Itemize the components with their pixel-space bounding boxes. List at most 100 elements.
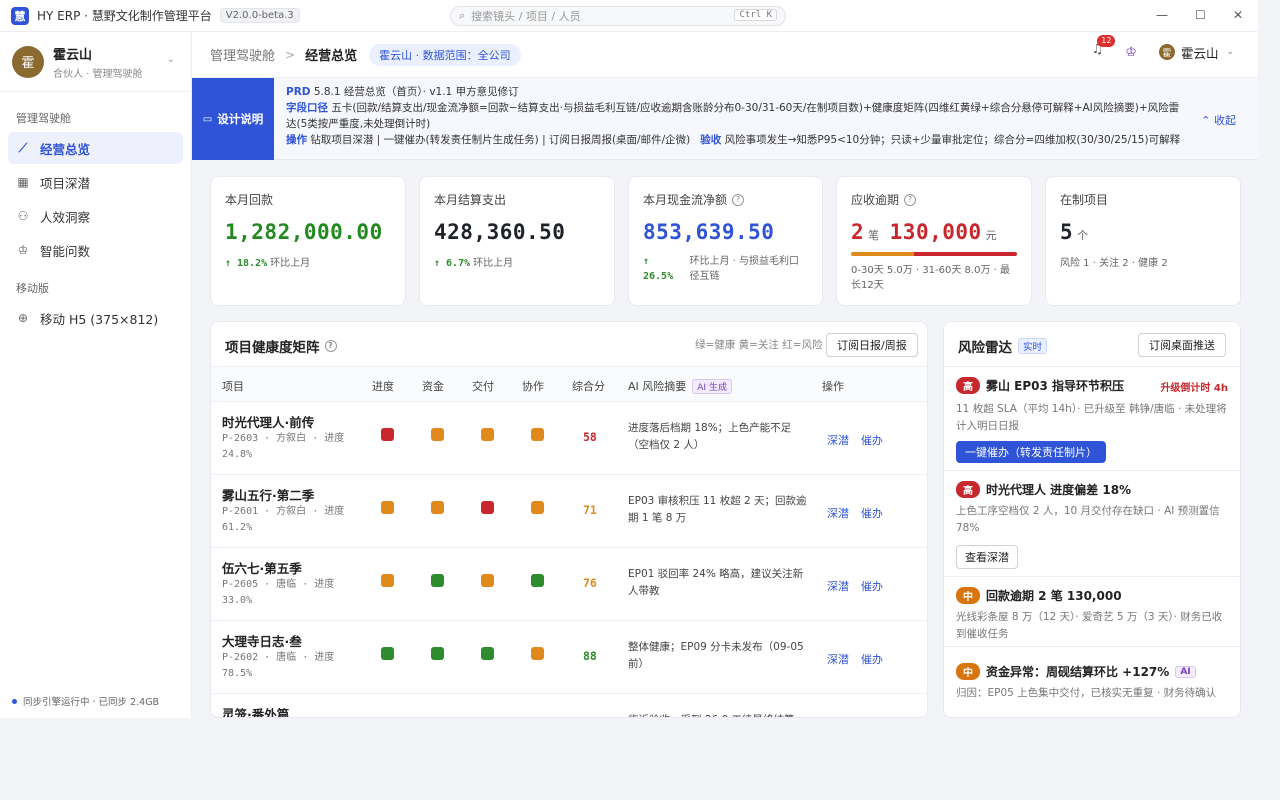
health-cell[interactable] xyxy=(381,647,394,660)
table-row[interactable]: 灵笼·番外篇临近验收，采到 26.0 工待导终结算 xyxy=(211,694,927,717)
kpi-sub: 环比上月 xyxy=(270,258,311,269)
kpi-label: 本月结算支出 xyxy=(434,193,507,207)
user-card[interactable]: 霍 霍云山 合伙人 · 管理驾驶舱 ⌄ xyxy=(0,32,191,92)
sidebar-item-ask-data[interactable]: ♔ 智能问数 xyxy=(8,234,183,266)
project-name[interactable]: 时光代理人·前传 xyxy=(222,412,314,431)
composite-score[interactable]: 71 xyxy=(583,503,597,517)
deep-dive-link[interactable]: 深潜 xyxy=(827,505,849,521)
sidebar-item-people[interactable]: ⚇ 人效洞察 xyxy=(8,200,183,232)
risk-item[interactable]: 高雾山 EP03 指导环节积压 升级倒计时 4h 11 枚超 SLA（平均 14… xyxy=(944,366,1240,471)
urge-button[interactable]: 一键催办（转发责任制片） xyxy=(956,441,1106,463)
project-name[interactable]: 大理寺日志·叁 xyxy=(222,631,302,650)
kpi-card-collection[interactable]: 本月回款 1,282,000.00 ↑ 18.2% 环比上月 xyxy=(210,176,406,306)
sidebar-item-deep-dive[interactable]: ▦ 项目深潜 xyxy=(8,166,183,198)
global-search[interactable]: ⌕ 搜索镜头 / 项目 / 人员 Ctrl K xyxy=(450,6,786,26)
health-cell[interactable] xyxy=(531,428,544,441)
health-cell[interactable] xyxy=(481,574,494,587)
severity-badge: 高 xyxy=(956,481,980,498)
urge-link[interactable]: 催办 xyxy=(861,432,883,448)
risk-item[interactable]: 中回款逾期 2 笔 130,000 光线彩条屋 8 万（12 天）· 爱奇艺 5… xyxy=(944,577,1240,647)
health-cell[interactable] xyxy=(431,428,444,441)
table-row[interactable]: 雾山五行·第二季 P-2601 · 方叙白 · 进度 61.2% 71 EP03 审核… xyxy=(211,475,927,548)
kpi-value: 130,000 xyxy=(889,220,982,244)
kpi-trend: ↑ 18.2% xyxy=(225,258,268,269)
health-cell[interactable] xyxy=(381,428,394,441)
subscribe-report-button[interactable]: 订阅日报/周报 xyxy=(826,333,918,357)
sidebar: 霍 霍云山 合伙人 · 管理驾驶舱 ⌄ 管理驾驶舱 ⟋ 经营总览 ▦ 项目深潜 … xyxy=(0,32,192,718)
search-placeholder: 搜索镜头 / 项目 / 人员 xyxy=(471,10,581,23)
chevron-down-icon[interactable]: ⌄ xyxy=(1226,47,1234,57)
table-header: 项目 进度 资金 交付 协作 综合分 AI 风险摘要 AI 生成 操作 xyxy=(211,366,927,402)
risk-item[interactable]: 高时光代理人 进度偏差 18% 上色工序空档仅 2 人，10 月交付存在缺口 ·… xyxy=(944,471,1240,577)
overdue-count-unit: 笔 xyxy=(868,229,880,242)
chevron-down-icon[interactable]: ⌄ xyxy=(167,54,175,65)
kpi-card-settlement[interactable]: 本月结算支出 428,360.50 ↑ 6.7% 环比上月 xyxy=(419,176,615,306)
urge-link[interactable]: 催办 xyxy=(861,578,883,594)
table-row[interactable]: 时光代理人·前传 P-2603 · 方叙白 · 进度 24.8% 58 进度落后档期 … xyxy=(211,402,927,475)
note-fields-label: 字段口径 xyxy=(286,102,328,114)
health-cell[interactable] xyxy=(531,501,544,514)
sidebar-item-overview[interactable]: ⟋ 经营总览 xyxy=(8,132,183,164)
note-ops-text: 钻取项目深潜 | 一键催办(转发责任制片生成任务) | 订阅日报周报(桌面/邮件… xyxy=(310,134,691,146)
help-icon[interactable]: ? xyxy=(732,193,745,206)
composite-score[interactable]: 58 xyxy=(583,430,597,444)
composite-score[interactable]: 88 xyxy=(583,649,597,663)
table-row[interactable]: 伍六七·第五季 P-2605 · 唐临 · 进度 33.0% 76 EP01 驳回率 … xyxy=(211,548,927,621)
deep-dive-link[interactable]: 深潜 xyxy=(827,651,849,667)
title-bar: 慧 HY ERP · 慧野文化制作管理平台 V2.0.0-beta.3 ⌕ 搜索… xyxy=(0,0,1258,32)
help-icon[interactable]: ? xyxy=(324,340,337,352)
collapse-button[interactable]: ⌃ 收起 xyxy=(1201,112,1236,128)
project-meta: P-2603 · 方叙白 · 进度 24.8% xyxy=(222,433,345,460)
overdue-count: 2 xyxy=(851,220,865,244)
health-cell[interactable] xyxy=(431,574,444,587)
health-cell[interactable] xyxy=(431,501,444,514)
avatar[interactable]: 霍 xyxy=(1158,44,1175,60)
design-note-tag: ▭ 设计说明 xyxy=(192,78,274,160)
health-cell[interactable] xyxy=(381,501,394,514)
panel-title: 项目健康度矩阵 xyxy=(225,340,320,356)
kpi-value: 1,282,000.00 xyxy=(225,220,383,244)
header-user-name[interactable]: 霍云山 xyxy=(1181,43,1219,62)
project-meta: P-2602 · 唐临 · 进度 78.5% xyxy=(222,652,335,679)
table-row[interactable]: 大理寺日志·叁 P-2602 · 唐临 · 进度 78.5% 88 整体健康；EP09… xyxy=(211,621,927,694)
user-role: 合伙人 · 管理驾驶舱 xyxy=(53,68,143,80)
kpi-card-projects[interactable]: 在制项目 5 个 风险 1 · 关注 2 · 健康 2 xyxy=(1045,176,1241,306)
kpi-card-cashflow[interactable]: 本月现金流净额? 853,639.50 ↑ 26.5% 环比上月 · 与损益毛利… xyxy=(628,176,823,306)
avatar: 霍 xyxy=(12,45,44,78)
col-funds: 资金 xyxy=(422,380,444,393)
project-name[interactable]: 灵笼·番外篇 xyxy=(222,704,289,717)
project-name[interactable]: 雾山五行·第二季 xyxy=(222,485,314,504)
deep-dive-link[interactable]: 深潜 xyxy=(827,432,849,448)
health-cell[interactable] xyxy=(431,647,444,660)
kpi-sub: 风险 1 · 关注 2 · 健康 2 xyxy=(1060,258,1168,269)
health-cell[interactable] xyxy=(481,647,494,660)
note-prd-label: PRD xyxy=(286,86,311,98)
risk-item[interactable]: 中资金异常：周砚结算环比 +127% AI 归因：EP05 上色集中交付，已核实无… xyxy=(944,647,1240,717)
urge-link[interactable]: 催办 xyxy=(861,505,883,521)
close-button[interactable]: ✕ xyxy=(1233,8,1243,22)
project-name[interactable]: 伍六七·第五季 xyxy=(222,558,302,577)
bell-icon[interactable]: ♫ 12 xyxy=(1087,35,1116,62)
minimize-button[interactable]: — xyxy=(1156,8,1168,22)
kpi-value: 5 xyxy=(1060,220,1074,244)
deep-dive-link[interactable]: 深潜 xyxy=(827,578,849,594)
urge-link[interactable]: 催办 xyxy=(861,651,883,667)
composite-score[interactable]: 76 xyxy=(583,576,597,590)
help-icon[interactable]: ? xyxy=(904,193,917,206)
kpi-card-overdue[interactable]: 应收逾期? 2 笔 130,000 元 0-30天 5.0万 · 31-60天 … xyxy=(836,176,1032,306)
view-deep-dive-button[interactable]: 查看深潜 xyxy=(956,545,1018,569)
sidebar-item-mobile-h5[interactable]: ⊕ 移动 H5 (375×812) xyxy=(8,302,183,334)
maximize-button[interactable]: ☐ xyxy=(1195,8,1206,22)
robot-icon[interactable]: ♔ xyxy=(1125,45,1137,60)
subscribe-desktop-push-button[interactable]: 订阅桌面推送 xyxy=(1138,333,1226,357)
risk-desc: 11 枚超 SLA（平均 14h）· 已升级至 韩铮/唐临 · 未处理将计入明日… xyxy=(956,403,1227,432)
breadcrumb-parent[interactable]: 管理驾驶舱 xyxy=(210,45,275,64)
health-cell[interactable] xyxy=(531,574,544,587)
health-cell[interactable] xyxy=(381,574,394,587)
kpi-sub: 0-30天 5.0万 · 31-60天 8.0万 · 最长12天 xyxy=(851,265,1010,291)
health-cell[interactable] xyxy=(531,647,544,660)
ai-risk-summary: EP03 审核积压 11 枚超 2 天；回款逾期 1 笔 8 万 xyxy=(628,495,807,524)
health-cell[interactable] xyxy=(481,428,494,441)
kpi-sub: 环比上月 · 与损益毛利口径互链 xyxy=(689,256,800,282)
health-cell[interactable] xyxy=(481,501,494,514)
